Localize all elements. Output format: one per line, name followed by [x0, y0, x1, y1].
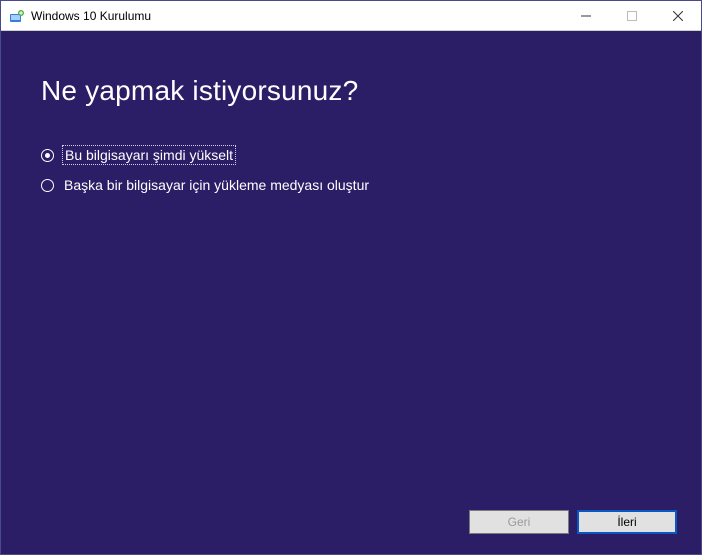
radio-icon: [41, 179, 54, 192]
option-upgrade-this-pc[interactable]: Bu bilgisayarı şimdi yükselt: [41, 147, 661, 163]
minimize-button[interactable]: [563, 1, 609, 30]
window-controls: [563, 1, 701, 30]
radio-icon: [41, 149, 54, 162]
option-label: Bu bilgisayarı şimdi yükselt: [64, 147, 234, 163]
back-button: Geri: [469, 510, 569, 534]
option-label: Başka bir bilgisayar için yükleme medyas…: [64, 177, 369, 193]
window-title: Windows 10 Kurulumu: [31, 9, 563, 23]
titlebar: Windows 10 Kurulumu: [1, 1, 701, 31]
option-create-media[interactable]: Başka bir bilgisayar için yükleme medyas…: [41, 177, 661, 193]
content-area: Ne yapmak istiyorsunuz? Bu bilgisayarı ş…: [1, 31, 701, 554]
footer-buttons: Geri İleri: [469, 510, 677, 534]
close-button[interactable]: [655, 1, 701, 30]
app-icon: [9, 8, 25, 24]
maximize-button: [609, 1, 655, 30]
options-group: Bu bilgisayarı şimdi yükselt Başka bir b…: [41, 147, 661, 193]
next-button[interactable]: İleri: [577, 510, 677, 534]
page-heading: Ne yapmak istiyorsunuz?: [41, 75, 661, 107]
setup-window: Windows 10 Kurulumu Ne yapmak istiyorsun…: [0, 0, 702, 555]
